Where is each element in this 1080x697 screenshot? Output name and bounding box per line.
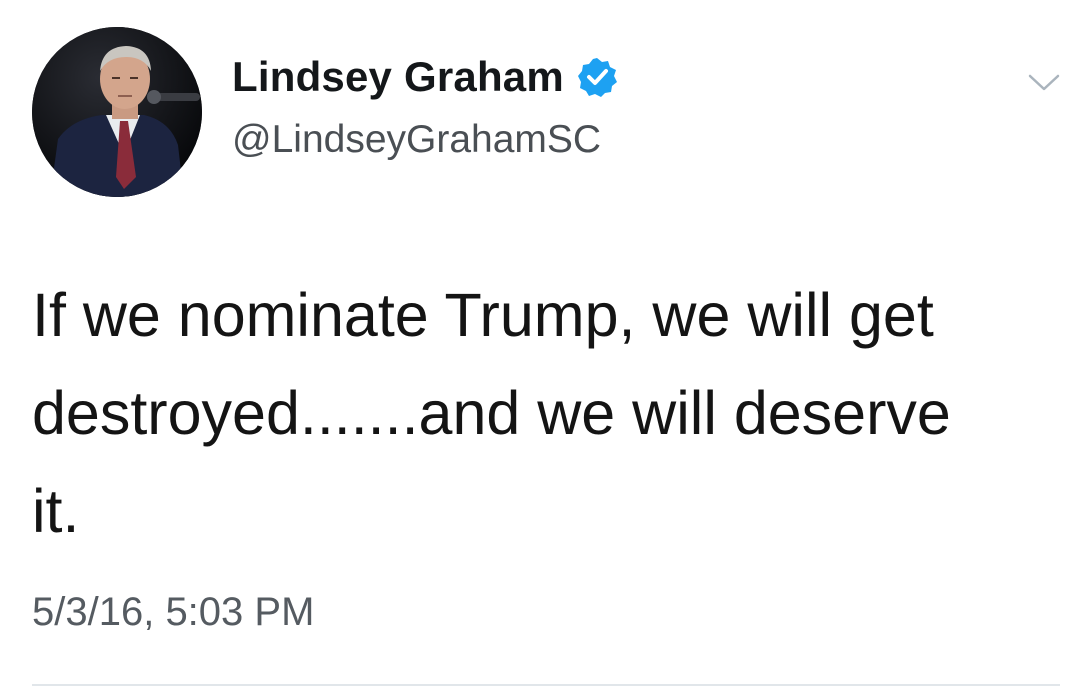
author-name-row: Lindsey Graham — [232, 52, 618, 102]
divider — [32, 684, 1060, 686]
profile-photo — [32, 27, 202, 197]
avatar[interactable] — [32, 27, 202, 197]
verified-badge-icon — [576, 56, 618, 98]
tweet-timestamp[interactable]: 5/3/16, 5:03 PM — [32, 590, 314, 635]
display-name[interactable]: Lindsey Graham — [232, 53, 564, 101]
tweet-text-line: destroyed.......and we will deserve — [32, 379, 951, 447]
tweet-text-line: If we nominate Trump, we will get — [32, 281, 934, 349]
author-handle[interactable]: @LindseyGrahamSC — [232, 118, 601, 162]
tweet-text-line: it. — [32, 477, 80, 545]
tweet-card: Lindsey Graham @LindseyGrahamSC If we no… — [0, 0, 1080, 697]
chevron-down-icon[interactable] — [1024, 68, 1064, 96]
tweet-text: If we nominate Trump, we will get destro… — [32, 266, 1042, 560]
